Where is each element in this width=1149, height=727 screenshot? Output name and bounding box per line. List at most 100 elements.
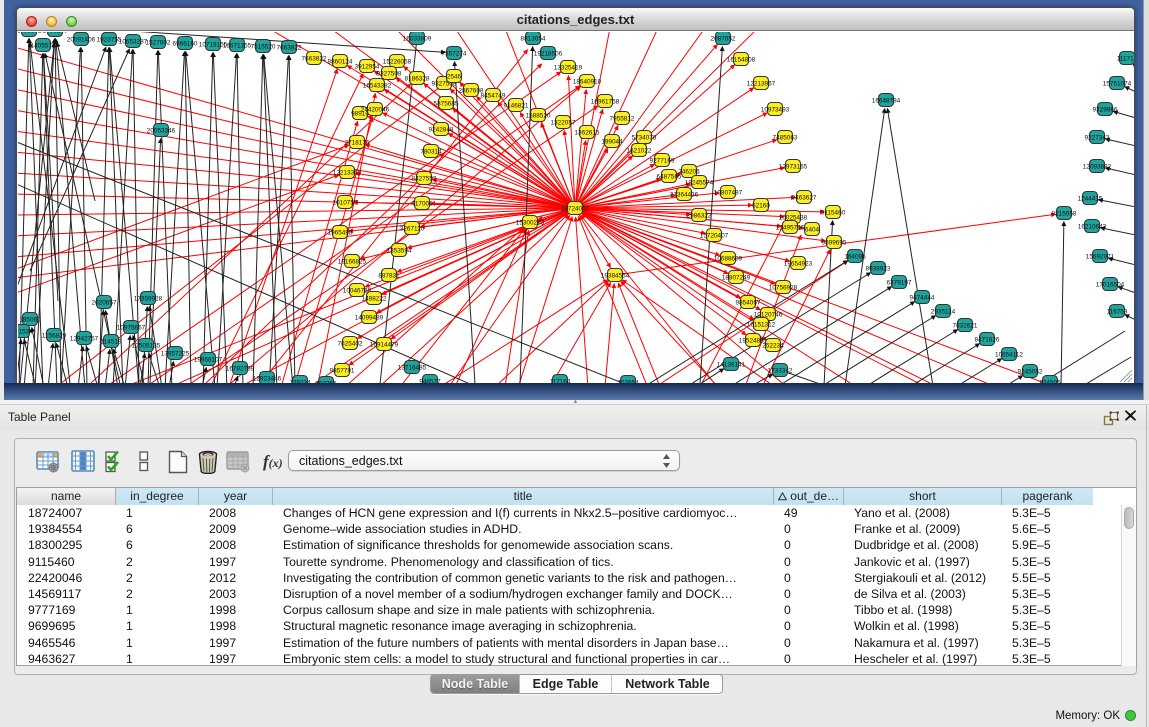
svg-text:1527602: 1527602 <box>146 39 171 46</box>
svg-text:116753: 116753 <box>1107 308 1128 315</box>
svg-text:9146821: 9146821 <box>504 102 529 109</box>
svg-text:19958107: 19958107 <box>194 356 223 363</box>
svg-text:2009140: 2009140 <box>43 32 68 34</box>
svg-text:252234: 252234 <box>762 342 784 349</box>
svg-text:20053346: 20053346 <box>147 127 176 134</box>
svg-text:9115460: 9115460 <box>821 209 846 216</box>
svg-text:18640910: 18640910 <box>573 78 602 85</box>
svg-text:1353594: 1353594 <box>387 247 412 254</box>
svg-text:9245052: 9245052 <box>1018 368 1043 375</box>
svg-text:17957225: 17957225 <box>161 350 190 357</box>
svg-text:15226058: 15226058 <box>383 58 412 65</box>
svg-text:9277169: 9277169 <box>650 157 675 164</box>
svg-text:7955812: 7955812 <box>610 115 635 122</box>
svg-text:9857791: 9857791 <box>330 367 355 374</box>
svg-text:19166825: 19166825 <box>338 258 367 265</box>
svg-text:13325419: 13325419 <box>554 64 583 71</box>
svg-text:8454749: 8454749 <box>481 92 506 99</box>
svg-text:1405572: 1405572 <box>18 32 42 34</box>
svg-text:7625402: 7625402 <box>338 340 363 347</box>
svg-text:185061: 185061 <box>19 316 41 323</box>
svg-text:111712: 111712 <box>1117 55 1134 62</box>
svg-text:114519: 114519 <box>101 338 122 345</box>
svg-text:18807249: 18807249 <box>722 274 751 281</box>
svg-text:13495756: 13495756 <box>776 224 805 231</box>
svg-text:9327508: 9327508 <box>377 70 402 77</box>
svg-text:9474444: 9474444 <box>910 294 935 301</box>
svg-text:24420046: 24420046 <box>361 106 390 113</box>
svg-text:7663822: 7663822 <box>277 44 302 51</box>
svg-text:15300273: 15300273 <box>516 219 545 226</box>
svg-text:8938923: 8938923 <box>866 265 891 272</box>
svg-text:1010755: 1010755 <box>333 199 358 206</box>
svg-text:16210643: 16210643 <box>1078 223 1107 230</box>
svg-text:21364436: 21364436 <box>670 191 699 198</box>
svg-text:199044: 199044 <box>601 138 623 145</box>
svg-text:16543382: 16543382 <box>363 82 392 89</box>
svg-text:9329966: 9329966 <box>1093 106 1118 113</box>
svg-text:9227343: 9227343 <box>1085 134 1110 141</box>
svg-text:12942757: 12942757 <box>70 335 99 342</box>
svg-text:16961758: 16961758 <box>591 98 620 105</box>
svg-text:18724007: 18724007 <box>561 205 590 212</box>
svg-text:14136141: 14136141 <box>717 361 746 368</box>
svg-text:8186328: 8186328 <box>405 75 430 82</box>
svg-text:1322057: 1322057 <box>551 119 576 126</box>
svg-text:10756928: 10756928 <box>769 284 798 291</box>
svg-text:17359928: 17359928 <box>134 295 163 302</box>
svg-text:16154808: 16154808 <box>727 56 756 63</box>
svg-text:16648784: 16648784 <box>872 97 901 104</box>
svg-text:8427552: 8427552 <box>412 175 437 182</box>
svg-text:16914479: 16914479 <box>370 341 399 348</box>
svg-text:1965498: 1965498 <box>328 229 353 236</box>
svg-text:20091406: 20091406 <box>67 36 96 43</box>
svg-text:1588520: 1588520 <box>526 112 551 119</box>
svg-text:10973493: 10973493 <box>761 106 790 113</box>
svg-text:62160: 62160 <box>752 202 770 209</box>
svg-text:10653287: 10653287 <box>119 38 148 45</box>
svg-text:12093882: 12093882 <box>1083 163 1112 170</box>
svg-text:6487565: 6487565 <box>657 173 682 180</box>
svg-text:17016504: 17016504 <box>1096 281 1125 288</box>
svg-text:13716485: 13716485 <box>398 364 427 371</box>
svg-text:746206: 746206 <box>678 168 700 175</box>
svg-text:9242848: 9242848 <box>429 126 454 133</box>
svg-text:1621022: 1621022 <box>627 147 652 154</box>
svg-text:15751074: 15751074 <box>1103 80 1132 87</box>
svg-text:2087652: 2087652 <box>711 35 736 42</box>
svg-text:9854067: 9854067 <box>736 299 761 306</box>
svg-text:1498222: 1498222 <box>362 295 387 302</box>
svg-text:164095: 164095 <box>844 253 866 260</box>
svg-text:1362615: 1362615 <box>575 129 600 136</box>
svg-text:780314: 780314 <box>420 148 442 155</box>
svg-text:2986322: 2986322 <box>687 212 712 219</box>
svg-text:8813054: 8813054 <box>521 35 546 42</box>
svg-text:1156829: 1156829 <box>42 332 67 339</box>
svg-text:6379197: 6379197 <box>887 279 912 286</box>
svg-text:9463627: 9463627 <box>792 194 817 201</box>
svg-text:887831: 887831 <box>378 272 400 279</box>
svg-text:7663822: 7663822 <box>302 55 327 62</box>
svg-text:7485063: 7485063 <box>773 134 798 141</box>
svg-text:18245574: 18245574 <box>685 179 714 186</box>
svg-text:7357274: 7357274 <box>442 50 467 57</box>
svg-text:1733342: 1733342 <box>768 367 793 374</box>
svg-text:6404: 6404 <box>805 226 820 233</box>
svg-text:16151312: 16151312 <box>747 321 776 328</box>
svg-text:2546: 2546 <box>447 73 462 80</box>
svg-text:12505135: 12505135 <box>132 342 161 349</box>
svg-text:12923446: 12923446 <box>253 375 282 382</box>
svg-text:10975667: 10975667 <box>117 324 146 331</box>
svg-text:3912954: 3912954 <box>355 63 380 70</box>
svg-text:19654923: 19654923 <box>784 260 813 267</box>
svg-text:16033809: 16033809 <box>403 35 432 42</box>
svg-text:391534: 391534 <box>18 328 33 335</box>
svg-text:14099489: 14099489 <box>355 314 384 321</box>
svg-text:3267110: 3267110 <box>400 225 425 232</box>
svg-text:12213369: 12213369 <box>333 169 362 176</box>
svg-text:10807487: 10807487 <box>714 189 743 196</box>
svg-text:12213967: 12213967 <box>747 80 776 87</box>
svg-text:1244415: 1244415 <box>1078 195 1103 202</box>
svg-text:19218506: 19218506 <box>534 50 563 57</box>
svg-text:19384554: 19384554 <box>601 272 630 279</box>
